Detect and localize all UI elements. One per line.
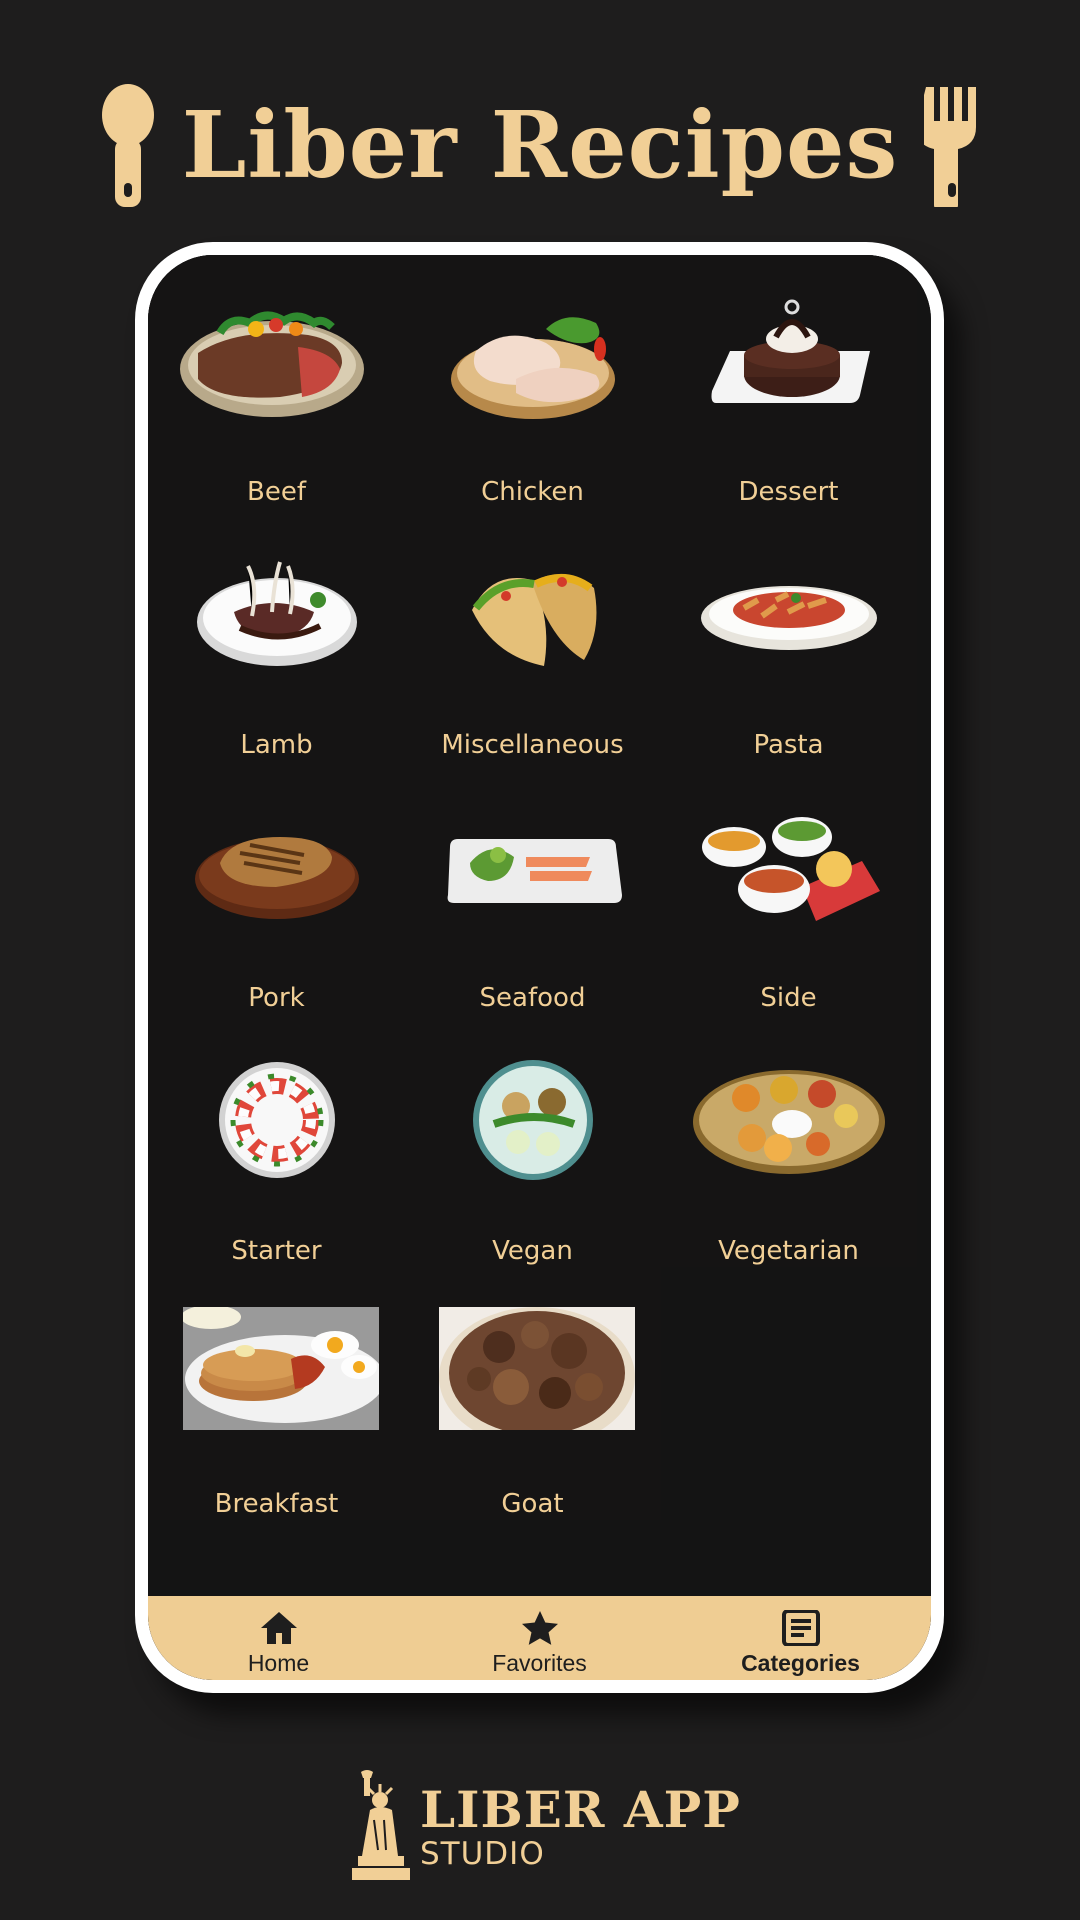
lamb-image (180, 552, 374, 676)
app-title: Liber Recipes (181, 91, 899, 199)
fork-icon (924, 83, 980, 207)
category-card-miscellaneous[interactable]: Miscellaneous (404, 508, 661, 761)
brand-subtitle: STUDIO (420, 1835, 545, 1872)
article-icon (781, 1610, 821, 1646)
phone-frame: Beef Chicken Dessert Lamb Miscellaneous … (135, 242, 944, 1693)
category-label: Miscellaneous (441, 730, 624, 760)
pork-image (180, 805, 374, 929)
statue-of-liberty-logo-icon (352, 1769, 410, 1885)
vegan-image (436, 1058, 630, 1182)
studio-brand: LIBER APP STUDIO (352, 1769, 752, 1885)
home-icon (259, 1610, 299, 1646)
category-label: Pork (248, 983, 305, 1013)
category-label: Seafood (479, 983, 586, 1013)
category-card-vegan[interactable]: Vegan (404, 1014, 661, 1267)
star-icon (520, 1610, 560, 1646)
category-card-seafood[interactable]: Seafood (404, 761, 661, 1014)
category-card-goat[interactable]: Goat (404, 1267, 661, 1520)
nav-item-favorites[interactable]: Favorites (409, 1596, 670, 1680)
category-card-pasta[interactable]: Pasta (660, 508, 917, 761)
category-label: Goat (501, 1489, 564, 1519)
category-label: Vegan (492, 1236, 573, 1266)
category-label: Lamb (240, 730, 313, 760)
category-card-lamb[interactable]: Lamb (148, 508, 405, 761)
chicken-image (436, 299, 630, 423)
category-card-chicken[interactable]: Chicken (404, 255, 661, 508)
category-label: Vegetarian (718, 1236, 859, 1266)
seafood-image (436, 805, 630, 929)
breakfast-image (183, 1307, 379, 1430)
category-label: Chicken (481, 477, 584, 507)
nav-item-categories[interactable]: Categories (670, 1596, 931, 1680)
brand-name: LIBER APP (420, 1779, 741, 1839)
beef-image (180, 299, 374, 423)
goat-image (439, 1307, 635, 1430)
category-label: Starter (231, 1236, 322, 1266)
category-card-dessert[interactable]: Dessert (660, 255, 917, 508)
category-label: Beef (247, 477, 306, 507)
nav-label-home: Home (247, 1650, 310, 1676)
category-label: Dessert (738, 477, 839, 507)
category-card-vegetarian[interactable]: Vegetarian (660, 1014, 917, 1267)
spoon-icon (100, 83, 156, 207)
miscellaneous-image (436, 552, 630, 676)
nav-label-favorites: Favorites (492, 1650, 587, 1676)
category-label: Pasta (753, 730, 824, 760)
category-label: Side (760, 983, 817, 1013)
categories-screen: Beef Chicken Dessert Lamb Miscellaneous … (148, 255, 931, 1680)
category-card-beef[interactable]: Beef (148, 255, 405, 508)
category-card-breakfast[interactable]: Breakfast (148, 1267, 405, 1520)
starter-image (180, 1058, 374, 1182)
category-label: Breakfast (214, 1489, 339, 1519)
nav-label-categories: Categories (741, 1650, 860, 1676)
category-card-starter[interactable]: Starter (148, 1014, 405, 1267)
bottom-navigation: Home Favorites Categories (148, 1596, 931, 1680)
dessert-image (692, 299, 886, 423)
category-card-side[interactable]: Side (660, 761, 917, 1014)
vegetarian-image (692, 1058, 886, 1182)
app-header: Liber Recipes (0, 80, 1080, 210)
side-image (692, 805, 886, 929)
nav-item-home[interactable]: Home (148, 1596, 409, 1680)
pasta-image (692, 552, 886, 676)
category-card-pork[interactable]: Pork (148, 761, 405, 1014)
